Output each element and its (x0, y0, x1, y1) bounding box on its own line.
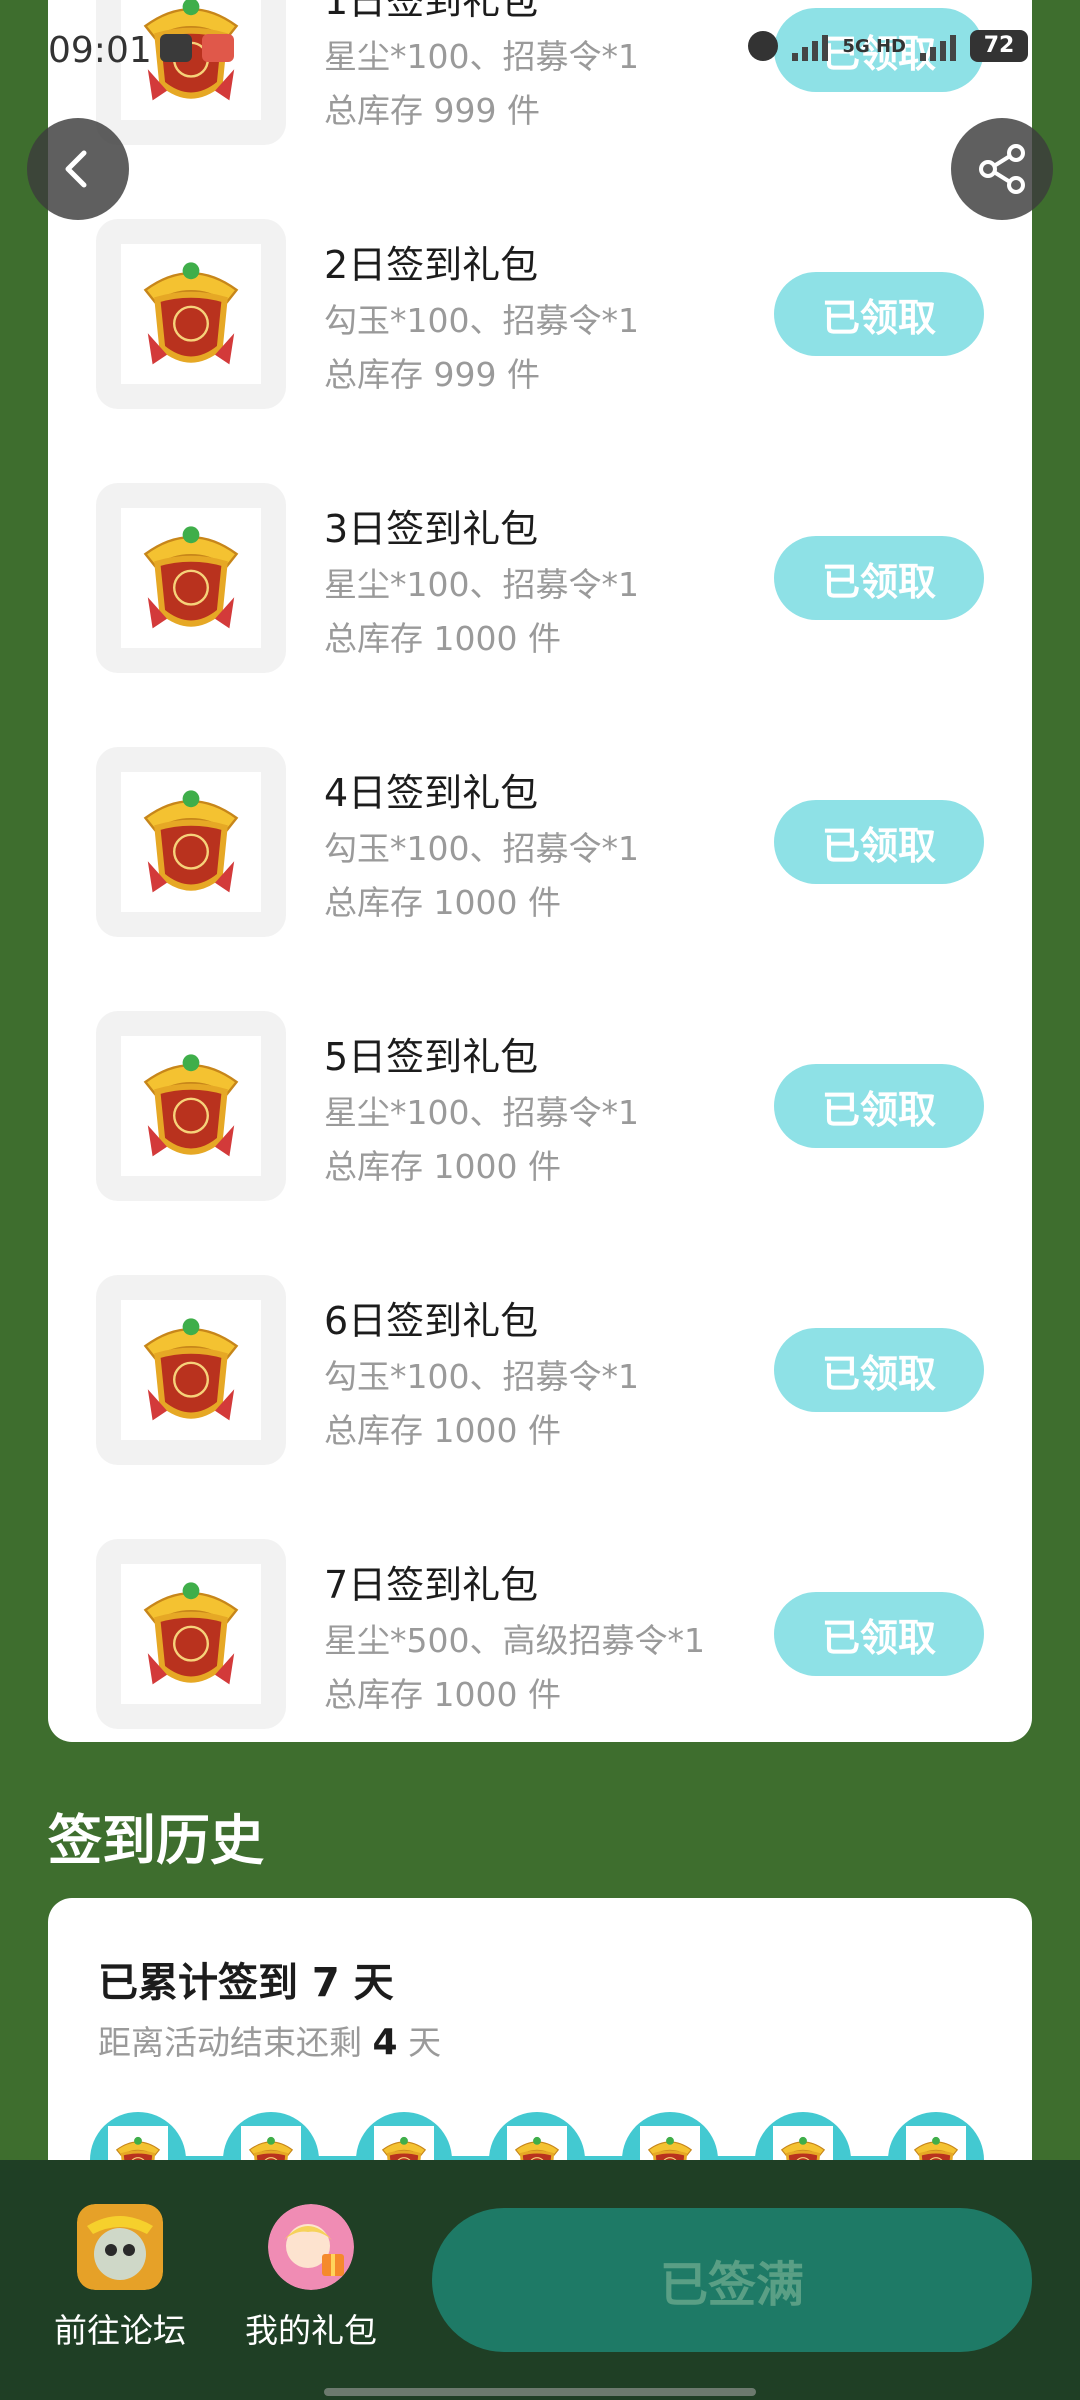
my-gifts-label: 我的礼包 (245, 2311, 377, 2350)
gift-row: 6日签到礼包勾玉*100、招募令*1 总库存 1000 件 已领取 (48, 1270, 1032, 1470)
forum-label: 前往论坛 (54, 2311, 186, 2350)
claimed-button[interactable]: 已领取 (774, 536, 984, 620)
forum-icon (77, 2204, 163, 2290)
gift-description: 星尘*100、招募令*1 (324, 37, 639, 76)
gift-description: 勾玉*100、招募令*1 (324, 301, 639, 340)
remain-suffix: 天 (408, 2023, 442, 2062)
gift-stock: 总库存 1000 件 (324, 1147, 561, 1186)
claimed-button[interactable]: 已领取 (774, 272, 984, 356)
my-gifts-nav-button[interactable]: 我的礼包 (216, 2204, 406, 2352)
gift-stock: 总库存 1000 件 (324, 1675, 561, 1714)
back-button[interactable] (27, 118, 129, 220)
share-button[interactable] (951, 118, 1053, 220)
claimed-button[interactable]: 已领取 (774, 1064, 984, 1148)
gift-title: 2日签到礼包 (324, 243, 539, 287)
gift-row: 7日签到礼包星尘*500、高级招募令*1 总库存 1000 件 已领取 (48, 1534, 1032, 1734)
remain-prefix: 距离活动结束还剩 (98, 2023, 362, 2062)
forum-nav-button[interactable]: 前往论坛 (25, 2204, 215, 2352)
gift-title: 3日签到礼包 (324, 507, 539, 551)
history-total: 已累计签到 7 天 (98, 1960, 394, 2006)
bottom-bar: 前往论坛 我的礼包 已签满 (0, 2160, 1080, 2400)
gift-description: 勾玉*100、招募令*1 (324, 829, 639, 868)
gift-row: 4日签到礼包勾玉*100、招募令*1 总库存 1000 件 已领取 (48, 742, 1032, 942)
gift-thumbnail (96, 747, 286, 937)
claimed-button[interactable]: 已领取 (774, 8, 984, 92)
gift-row: 3日签到礼包星尘*100、招募令*1 总库存 1000 件 已领取 (48, 478, 1032, 678)
claimed-button[interactable]: 已领取 (774, 1592, 984, 1676)
gift-avatar-icon (268, 2204, 354, 2290)
gift-emblem-icon (121, 1300, 261, 1440)
gift-row: 2日签到礼包勾玉*100、招募令*1 总库存 999 件 已领取 (48, 214, 1032, 414)
gift-description: 星尘*100、招募令*1 (324, 1093, 639, 1132)
home-indicator[interactable] (324, 2388, 756, 2396)
gift-stock: 总库存 1000 件 (324, 883, 561, 922)
gift-stock: 总库存 1000 件 (324, 619, 561, 658)
back-icon (65, 150, 87, 188)
gift-title: 5日签到礼包 (324, 1035, 539, 1079)
gift-thumbnail (96, 219, 286, 409)
history-remaining: 距离活动结束还剩 4 天 (98, 2016, 441, 2064)
gift-title: 7日签到礼包 (324, 1563, 539, 1607)
gift-description: 星尘*100、招募令*1 (324, 565, 639, 604)
gift-row: 1日签到礼包星尘*100、招募令*1 总库存 999 件 已领取 (48, 0, 1032, 150)
gift-description: 勾玉*100、招募令*1 (324, 1357, 639, 1396)
gift-stock: 总库存 1000 件 (324, 1411, 561, 1450)
gift-list-card: 1日签到礼包 星尘*100、招募令*1 总库存 999 件已领取 2日签到礼包 勾玉*1… (48, 0, 1032, 1742)
history-section-title: 签到历史 (48, 1809, 264, 1872)
gift-title: 1日签到礼包 (324, 0, 539, 23)
gift-thumbnail (96, 0, 286, 145)
claimed-button[interactable]: 已领取 (774, 800, 984, 884)
gift-thumbnail (96, 1539, 286, 1729)
signed-full-button[interactable]: 已签满 (432, 2208, 1032, 2352)
gift-emblem-icon (121, 1036, 261, 1176)
gift-emblem-icon (121, 1564, 261, 1704)
gift-thumbnail (96, 483, 286, 673)
gift-stock: 总库存 999 件 (324, 91, 540, 130)
gift-emblem-icon (121, 0, 261, 120)
gift-thumbnail (96, 1275, 286, 1465)
gift-emblem-icon (121, 508, 261, 648)
share-icon (979, 144, 1025, 194)
claimed-button[interactable]: 已领取 (774, 1328, 984, 1412)
gift-stock: 总库存 999 件 (324, 355, 540, 394)
gift-thumbnail (96, 1011, 286, 1201)
gift-emblem-icon (121, 772, 261, 912)
remain-days: 4 (372, 2022, 398, 2063)
gift-title: 6日签到礼包 (324, 1299, 539, 1343)
gift-emblem-icon (121, 244, 261, 384)
gift-row: 5日签到礼包星尘*100、招募令*1 总库存 1000 件 已领取 (48, 1006, 1032, 1206)
gift-description: 星尘*500、高级招募令*1 (324, 1621, 705, 1660)
gift-title: 4日签到礼包 (324, 771, 539, 815)
